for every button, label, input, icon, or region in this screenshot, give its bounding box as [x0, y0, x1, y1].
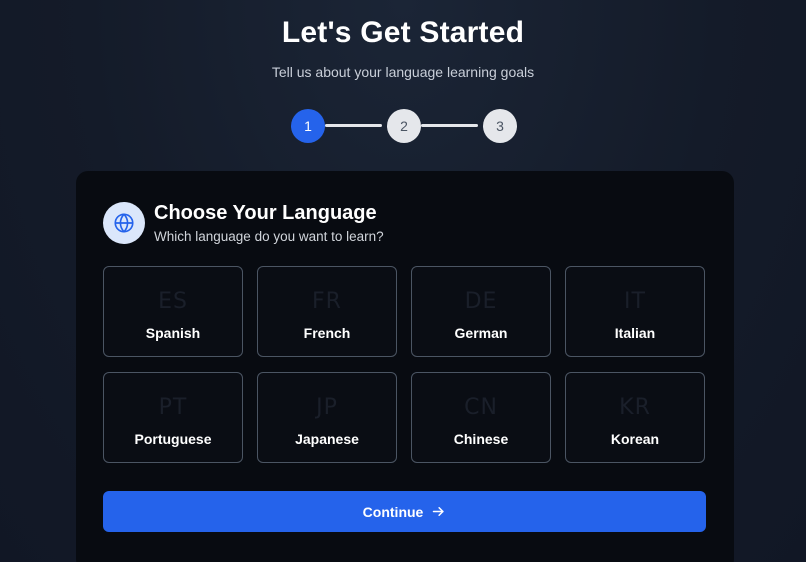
arrow-right-icon: [431, 504, 446, 519]
language-option-korean[interactable]: KR Korean: [565, 372, 705, 463]
language-code: JP: [316, 395, 338, 420]
language-option-spanish[interactable]: ES Spanish: [103, 266, 243, 357]
continue-label: Continue: [362, 503, 424, 520]
language-code: IT: [624, 289, 646, 314]
progress-stepper: 1 2 3: [291, 109, 518, 143]
language-option-portuguese[interactable]: PT Portuguese: [103, 372, 243, 463]
language-option-german[interactable]: DE German: [411, 266, 551, 357]
language-code: PT: [158, 395, 188, 420]
step-1[interactable]: 1: [291, 109, 325, 143]
step-3[interactable]: 3: [483, 109, 517, 143]
continue-button[interactable]: Continue: [103, 491, 706, 532]
language-name: Japanese: [295, 431, 359, 447]
step-connector: [325, 124, 382, 127]
language-name: Chinese: [453, 431, 509, 447]
language-code: KR: [619, 395, 651, 420]
language-code: CN: [464, 395, 498, 420]
language-option-japanese[interactable]: JP Japanese: [257, 372, 397, 463]
step-connector: [421, 124, 478, 127]
globe-icon: [103, 202, 145, 244]
language-option-french[interactable]: FR French: [257, 266, 397, 357]
language-name: Spanish: [145, 325, 201, 341]
step-2[interactable]: 2: [387, 109, 421, 143]
language-name: French: [303, 325, 351, 341]
page-subtitle: Tell us about your language learning goa…: [271, 64, 535, 80]
language-name: Italian: [614, 325, 656, 341]
language-option-italian[interactable]: IT Italian: [565, 266, 705, 357]
language-name: Korean: [610, 431, 660, 447]
language-code: DE: [464, 289, 498, 314]
language-option-chinese[interactable]: CN Chinese: [411, 372, 551, 463]
language-card: Choose Your Language Which language do y…: [76, 171, 734, 562]
language-name: Portuguese: [134, 431, 212, 447]
page-title: Let's Get Started: [281, 16, 525, 49]
language-name: German: [454, 325, 508, 341]
language-code: ES: [158, 289, 188, 314]
card-title: Choose Your Language: [154, 202, 377, 224]
language-code: FR: [312, 289, 342, 314]
card-subtitle: Which language do you want to learn?: [154, 229, 384, 244]
